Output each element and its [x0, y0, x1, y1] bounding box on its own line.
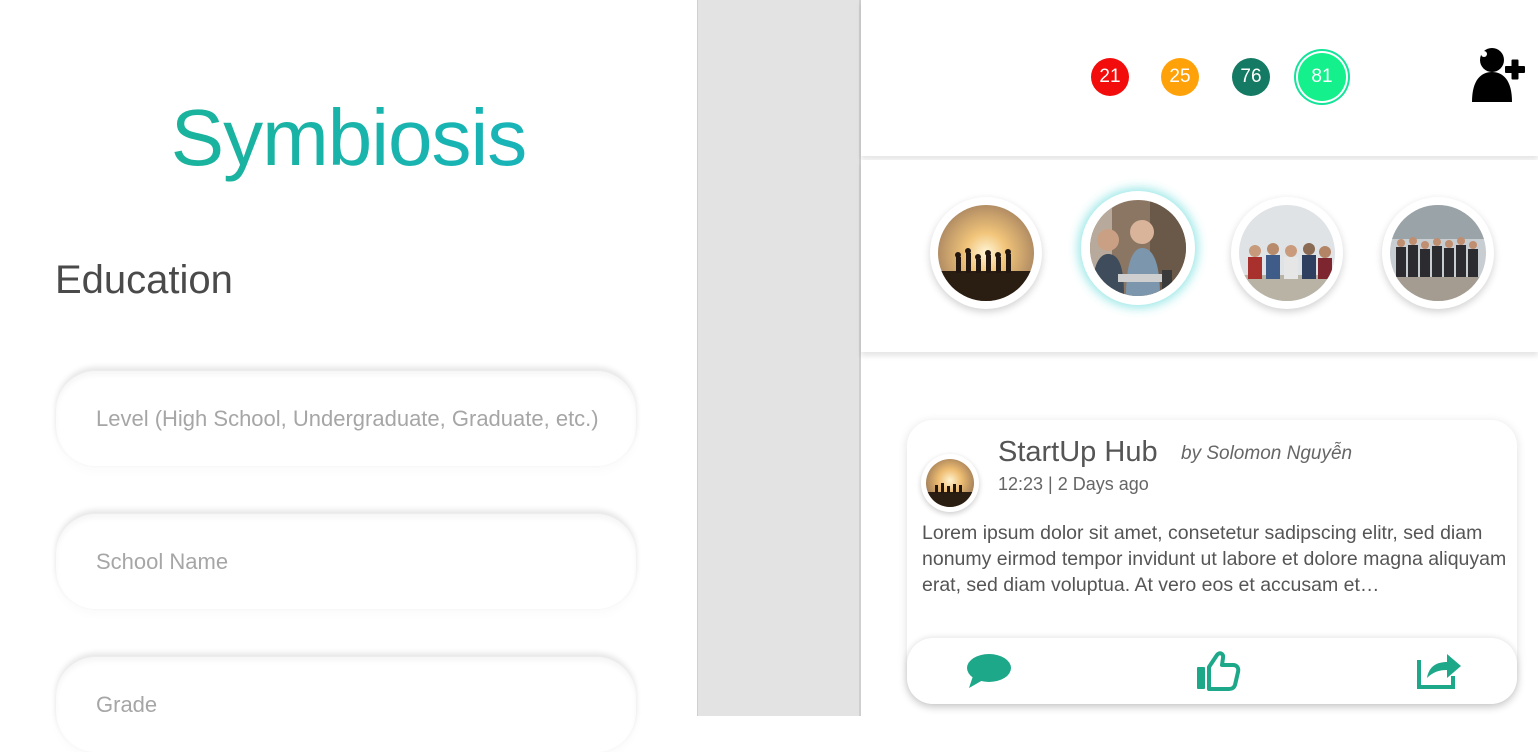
post-avatar-photo — [926, 459, 974, 507]
story-photo-4 — [1390, 205, 1486, 301]
story-avatar-1[interactable] — [930, 197, 1042, 309]
grade-input[interactable] — [96, 657, 616, 752]
add-user-button[interactable] — [1469, 44, 1527, 104]
score-badge-bright-green-selected[interactable]: 81 — [1298, 53, 1346, 101]
post-timestamp: 12:23 | 2 Days ago — [998, 474, 1149, 494]
post-body: Lorem ipsum dolor sit amet, consetetur s… — [922, 522, 1507, 596]
score-badge-orange[interactable]: 25 — [1161, 58, 1199, 96]
comment-button[interactable] — [965, 652, 1013, 690]
score-badge-dark-green[interactable]: 76 — [1232, 58, 1270, 96]
story-avatar-4[interactable] — [1382, 197, 1494, 309]
thumbs-up-icon — [1197, 651, 1241, 691]
post-author[interactable]: by Solomon Nguyễn — [1181, 443, 1352, 465]
story-photo-2 — [1090, 200, 1186, 296]
story-avatar-3[interactable] — [1231, 197, 1343, 309]
story-bar — [861, 160, 1538, 352]
post-action-bar — [907, 638, 1517, 704]
story-avatar-2-selected[interactable] — [1081, 191, 1195, 305]
level-field-container — [56, 370, 636, 466]
app-title: Symbiosis — [0, 92, 697, 184]
comment-icon — [967, 654, 1011, 688]
post-title[interactable]: StartUp Hub — [998, 436, 1158, 469]
score-badge-red[interactable]: 21 — [1091, 58, 1129, 96]
grade-field-container — [56, 656, 636, 752]
level-input[interactable] — [96, 371, 616, 466]
post-avatar[interactable] — [921, 454, 979, 512]
add-user-icon — [1472, 48, 1525, 102]
section-heading: Education — [55, 258, 233, 302]
panel-divider — [697, 0, 861, 716]
education-form-panel: Symbiosis Education — [0, 0, 697, 752]
top-bar: 21 25 76 81 — [861, 0, 1538, 156]
story-photo-3 — [1239, 205, 1335, 301]
post-card[interactable]: StartUp Hub by Solomon Nguyễn 12:23 | 2 … — [907, 420, 1517, 704]
school-name-input[interactable] — [96, 514, 616, 609]
feed-panel: 21 25 76 81 StartUp Hub by Solomon Nguyễ… — [861, 0, 1538, 716]
share-button[interactable] — [1415, 650, 1463, 689]
story-photo-1 — [938, 205, 1034, 301]
like-button[interactable] — [1195, 651, 1243, 691]
share-icon — [1417, 654, 1461, 689]
school-name-field-container — [56, 513, 636, 609]
